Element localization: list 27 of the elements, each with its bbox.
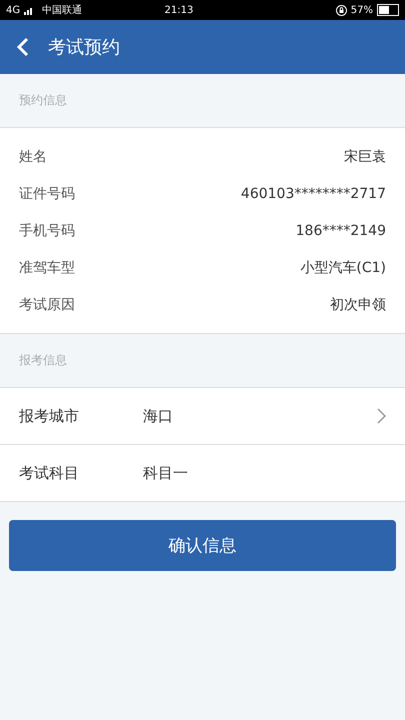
battery-icon [377,4,399,16]
field-label: 考试原因 [19,296,75,314]
field-label: 证件号码 [19,184,75,202]
field-value: 小型汽车(C1) [300,258,386,276]
signal-icon [24,6,34,14]
field-label: 报考城市 [19,406,80,426]
section-title: 报考信息 [19,352,67,369]
carrier-label: 中国联通 [42,4,82,17]
network-label: 4G [6,4,20,16]
field-label: 准驾车型 [19,258,75,276]
field-label: 考试科目 [19,464,80,482]
field-label: 手机号码 [19,222,75,240]
field-value: 初次申领 [330,296,386,314]
clock: 21:13 [164,4,194,16]
field-value: 460103********2717 [240,186,386,202]
section-title: 预约信息 [19,92,67,109]
lock-icon [336,4,347,16]
confirm-button[interactable]: 确认信息 [9,520,396,571]
back-icon[interactable] [17,37,29,57]
field-value: 宋巨袁 [344,148,386,166]
field-value: 186****2149 [296,222,386,238]
battery-percent: 57% [350,4,373,16]
page-title: 考试预约 [48,36,120,59]
field-value: 海口 [143,406,174,426]
field-value: 科目一 [143,464,189,482]
field-label: 姓名 [19,148,47,166]
select-row[interactable]: 报考城市 海口 [0,388,405,445]
